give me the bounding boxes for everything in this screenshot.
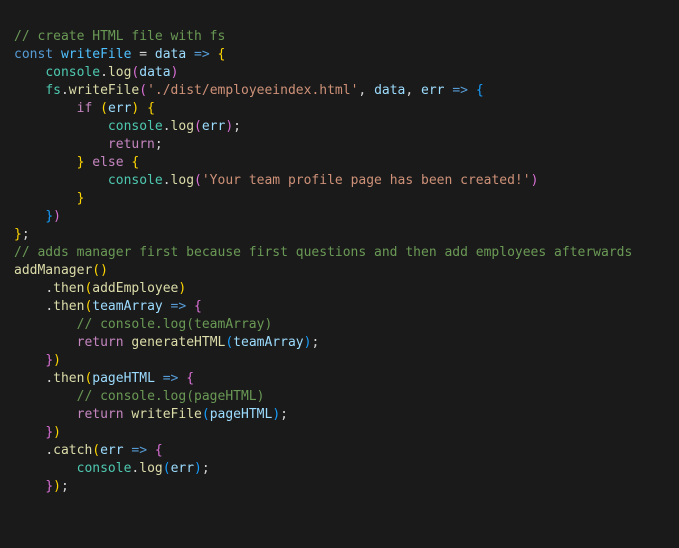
code-line: addManager()	[14, 262, 665, 280]
param: data	[155, 46, 186, 64]
code-line: })	[14, 208, 665, 226]
code-line: .then(pageHTML => {	[14, 370, 665, 388]
code-line: // console.log(teamArray)	[14, 316, 665, 334]
code-line: const writeFile = data => {	[14, 46, 665, 64]
code-line: console.log(err);	[14, 460, 665, 478]
code-line: return;	[14, 136, 665, 154]
comment: // adds manager first because first ques…	[14, 244, 632, 262]
code-line: return generateHTML(teamArray);	[14, 334, 665, 352]
identifier: writeFile	[61, 46, 131, 64]
code-line: return writeFile(pageHTML);	[14, 406, 665, 424]
code-line: if (err) {	[14, 100, 665, 118]
code-line: .catch(err => {	[14, 442, 665, 460]
code-line: // create HTML file with fs	[14, 28, 665, 46]
comment: // create HTML file with fs	[14, 28, 225, 46]
code-line: .then(addEmployee)	[14, 280, 665, 298]
code-line: })	[14, 424, 665, 442]
code-editor[interactable]: // create HTML file with fs const writeF…	[0, 0, 679, 524]
code-line: });	[14, 478, 665, 496]
code-line: } else {	[14, 154, 665, 172]
keyword-const: const	[14, 46, 53, 64]
code-line: }	[14, 190, 665, 208]
code-line: console.log('Your team profile page has …	[14, 172, 665, 190]
code-line: };	[14, 226, 665, 244]
code-line: console.log(data)	[14, 64, 665, 82]
code-line: // console.log(pageHTML)	[14, 388, 665, 406]
code-line: fs.writeFile('./dist/employeeindex.html'…	[14, 82, 665, 100]
code-line: .then(teamArray => {	[14, 298, 665, 316]
code-line: })	[14, 352, 665, 370]
code-line: console.log(err);	[14, 118, 665, 136]
code-line: // adds manager first because first ques…	[14, 244, 665, 262]
